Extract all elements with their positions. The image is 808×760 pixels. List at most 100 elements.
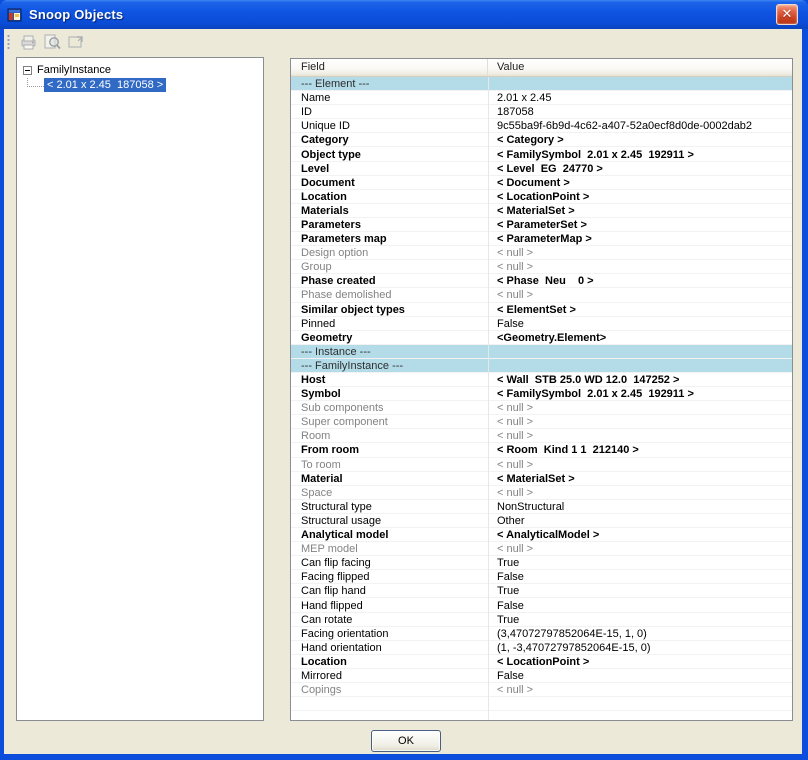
value-cell: < null > xyxy=(488,402,792,414)
table-row[interactable]: Document< Document > xyxy=(291,176,792,190)
field-cell: Parameters map xyxy=(291,233,488,245)
table-row[interactable]: Design option< null > xyxy=(291,246,792,260)
table-row[interactable]: Facing orientation(3,47072797852064E-15,… xyxy=(291,627,792,641)
table-row[interactable]: Can flip handTrue xyxy=(291,584,792,598)
field-cell: --- Element --- xyxy=(291,78,488,90)
field-cell: Phase demolished xyxy=(291,289,488,301)
collapse-toggle-icon[interactable] xyxy=(23,66,32,75)
tree-root-label: FamilyInstance xyxy=(37,64,111,76)
column-divider[interactable] xyxy=(488,77,489,720)
table-row[interactable]: ID187058 xyxy=(291,105,792,119)
table-row[interactable]: Parameters map< ParameterMap > xyxy=(291,232,792,246)
table-row[interactable]: Location< LocationPoint > xyxy=(291,655,792,669)
field-cell: Material xyxy=(291,473,488,485)
table-row[interactable]: Copings< null > xyxy=(291,683,792,697)
table-row[interactable]: Room< null > xyxy=(291,429,792,443)
field-cell: --- Instance --- xyxy=(291,346,488,358)
table-row[interactable]: Sub components< null > xyxy=(291,401,792,415)
toolbar-grip-icon[interactable] xyxy=(7,34,10,50)
table-row[interactable]: Structural usageOther xyxy=(291,514,792,528)
ok-button[interactable]: OK xyxy=(371,730,441,752)
value-cell: < MaterialSet > xyxy=(488,473,792,485)
tree-node-selected-instance[interactable]: < 2.01 x 2.45 187058 > xyxy=(17,78,166,93)
column-header-field[interactable]: Field xyxy=(291,59,488,76)
table-row[interactable]: Parameters< ParameterSet > xyxy=(291,218,792,232)
table-row[interactable]: Unique ID9c55ba9f-6b9d-4c62-a407-52a0ecf… xyxy=(291,119,792,133)
field-cell: Room xyxy=(291,430,488,442)
table-row[interactable]: MEP model< null > xyxy=(291,542,792,556)
value-cell: < Wall STB 25.0 WD 12.0 147252 > xyxy=(488,374,792,386)
table-row[interactable]: Materials< MaterialSet > xyxy=(291,204,792,218)
table-row-empty xyxy=(291,697,792,711)
field-cell: Can flip facing xyxy=(291,557,488,569)
value-cell: 9c55ba9f-6b9d-4c62-a407-52a0ecf8d0de-000… xyxy=(488,120,792,132)
field-cell: Copings xyxy=(291,684,488,696)
value-cell: 2.01 x 2.45 xyxy=(488,92,792,104)
table-row[interactable]: Location< LocationPoint > xyxy=(291,190,792,204)
table-row[interactable]: Symbol< FamilySymbol 2.01 x 2.45 192911 … xyxy=(291,387,792,401)
table-row[interactable]: From room< Room Kind 1 1 212140 > xyxy=(291,443,792,457)
value-cell: < null > xyxy=(488,289,792,301)
table-row[interactable]: Geometry<Geometry.Element> xyxy=(291,331,792,345)
field-cell: From room xyxy=(291,444,488,456)
table-row[interactable]: Structural typeNonStructural xyxy=(291,500,792,514)
value-cell: <Geometry.Element> xyxy=(488,332,792,344)
table-row[interactable]: Phase demolished< null > xyxy=(291,288,792,302)
table-row[interactable]: Material< MaterialSet > xyxy=(291,472,792,486)
close-button[interactable]: ✕ xyxy=(776,4,798,25)
value-cell: False xyxy=(488,318,792,330)
value-cell: < FamilySymbol 2.01 x 2.45 192911 > xyxy=(488,388,792,400)
table-row[interactable]: Space< null > xyxy=(291,486,792,500)
field-cell: Design option xyxy=(291,247,488,259)
snoop-print-icon[interactable] xyxy=(16,31,40,53)
field-cell: Host xyxy=(291,374,488,386)
close-icon: ✕ xyxy=(782,8,793,21)
table-row[interactable]: Similar object types< ElementSet > xyxy=(291,303,792,317)
value-cell: False xyxy=(488,571,792,583)
field-cell: Symbol xyxy=(291,388,488,400)
page-setup-icon[interactable] xyxy=(64,31,88,53)
field-cell: ID xyxy=(291,106,488,118)
print-preview-icon[interactable] xyxy=(40,31,64,53)
field-cell: Structural type xyxy=(291,501,488,513)
field-cell: Can rotate xyxy=(291,614,488,626)
value-cell: < null > xyxy=(488,416,792,428)
value-cell: < Level EG 24770 > xyxy=(488,163,792,175)
table-row[interactable]: Category< Category > xyxy=(291,133,792,147)
table-row[interactable]: Hand orientation(1, -3,47072797852064E-1… xyxy=(291,641,792,655)
table-row[interactable]: --- Element --- xyxy=(291,77,792,91)
dialog-content: FamilyInstance < 2.01 x 2.45 187058 > Fi… xyxy=(4,29,802,754)
tree-node-familyinstance[interactable]: FamilyInstance xyxy=(17,63,111,77)
table-row[interactable]: Hand flippedFalse xyxy=(291,598,792,612)
table-row[interactable]: To room< null > xyxy=(291,458,792,472)
table-row[interactable]: Object type< FamilySymbol 2.01 x 2.45 19… xyxy=(291,147,792,161)
window-title: Snoop Objects xyxy=(29,7,123,22)
field-cell: Phase created xyxy=(291,275,488,287)
table-row[interactable]: Phase created< Phase Neu 0 > xyxy=(291,274,792,288)
table-row[interactable]: Group< null > xyxy=(291,260,792,274)
table-row[interactable]: --- Instance --- xyxy=(291,345,792,359)
field-cell: Analytical model xyxy=(291,529,488,541)
value-cell: < null > xyxy=(488,261,792,273)
field-cell: Materials xyxy=(291,205,488,217)
table-row[interactable]: Can flip facingTrue xyxy=(291,556,792,570)
table-row[interactable]: Super component< null > xyxy=(291,415,792,429)
table-row[interactable]: Host< Wall STB 25.0 WD 12.0 147252 > xyxy=(291,373,792,387)
column-header-value[interactable]: Value xyxy=(488,59,792,76)
field-cell: Super component xyxy=(291,416,488,428)
field-cell: Structural usage xyxy=(291,515,488,527)
table-row[interactable]: Level< Level EG 24770 > xyxy=(291,162,792,176)
value-cell: < null > xyxy=(488,430,792,442)
titlebar[interactable]: Snoop Objects ✕ xyxy=(0,0,808,29)
value-cell: Other xyxy=(488,515,792,527)
value-cell: True xyxy=(488,557,792,569)
table-row[interactable]: Can rotateTrue xyxy=(291,613,792,627)
table-row[interactable]: Analytical model< AnalyticalModel > xyxy=(291,528,792,542)
value-cell: < null > xyxy=(488,487,792,499)
table-row[interactable]: --- FamilyInstance --- xyxy=(291,359,792,373)
table-row[interactable]: Name2.01 x 2.45 xyxy=(291,91,792,105)
table-row[interactable]: MirroredFalse xyxy=(291,669,792,683)
snoop-objects-window: Snoop Objects ✕ xyxy=(0,0,808,760)
table-row[interactable]: PinnedFalse xyxy=(291,317,792,331)
table-row[interactable]: Facing flippedFalse xyxy=(291,570,792,584)
